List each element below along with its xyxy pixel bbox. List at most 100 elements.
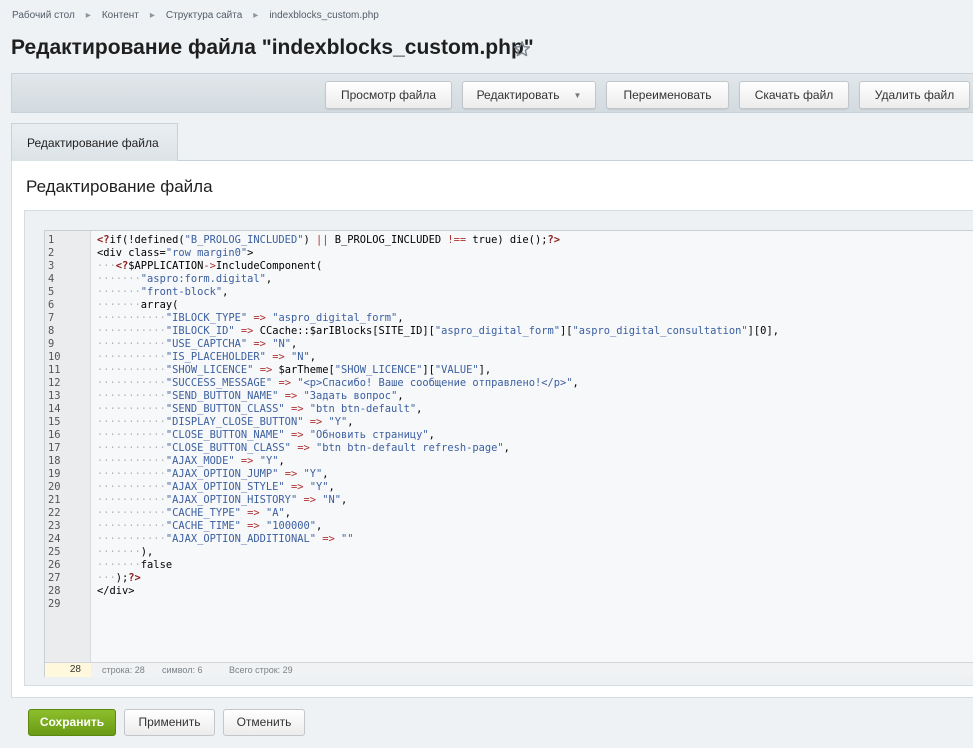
code-line-text: ···········"USE_CAPTCHA" => "N", bbox=[97, 338, 298, 350]
main-panel: Редактирование файла 1 <?if(!defined("B_P… bbox=[11, 161, 973, 698]
line-number: 1 bbox=[48, 234, 55, 246]
line-number: 4 bbox=[48, 273, 55, 285]
breadcrumb-item-structure[interactable]: Структура сайта bbox=[166, 10, 242, 21]
line-number: 14 bbox=[48, 403, 61, 415]
page-title: Редактирование файла "indexblocks_custom… bbox=[11, 36, 534, 59]
code-line-text: ···········"AJAX_OPTION_ADDITIONAL" => "… bbox=[97, 533, 354, 545]
code-line-text: ···········"AJAX_MODE" => "Y", bbox=[97, 455, 285, 467]
code-line-text: ···········"CACHE_TYPE" => "A", bbox=[97, 507, 291, 519]
editor-status-bar: 28 строка: 28 символ: 6 Всего строк: 29 bbox=[45, 662, 973, 677]
code-line-text: ···········"SEND_BUTTON_CLASS" => "btn b… bbox=[97, 403, 423, 415]
line-number: 5 bbox=[48, 286, 55, 298]
line-number: 11 bbox=[48, 364, 61, 376]
code-line: 22 ···········"CACHE_TYPE" => "A", bbox=[45, 507, 973, 520]
line-number: 19 bbox=[48, 468, 61, 480]
code-line: 29 bbox=[45, 598, 973, 611]
chevron-right-icon: ▸ bbox=[253, 10, 259, 21]
code-line-text: ···········"SUCCESS_MESSAGE" => "<p>Спас… bbox=[97, 377, 579, 389]
code-line: 21 ···········"AJAX_OPTION_HISTORY" => "N… bbox=[45, 494, 973, 507]
line-number: 27 bbox=[48, 572, 61, 584]
code-line: 8 ···········"IBLOCK_ID" => CCache::$arIB… bbox=[45, 325, 973, 338]
line-number: 28 bbox=[48, 585, 61, 597]
line-number: 10 bbox=[48, 351, 61, 363]
code-line: 14 ···········"SEND_BUTTON_CLASS" => "btn… bbox=[45, 403, 973, 416]
code-line-text: ···········"AJAX_OPTION_HISTORY" => "N", bbox=[97, 494, 348, 506]
code-line-text: </div> bbox=[97, 585, 135, 597]
code-line: 1 <?if(!defined("B_PROLOG_INCLUDED") || B… bbox=[45, 234, 973, 247]
code-line: 27 ···);?> bbox=[45, 572, 973, 585]
tab-edit-file[interactable]: Редактирование файла bbox=[11, 123, 178, 161]
line-number: 6 bbox=[48, 299, 55, 311]
code-line-text: <?if(!defined("B_PROLOG_INCLUDED") || B_… bbox=[97, 234, 560, 246]
delete-file-button[interactable]: Удалить файл bbox=[859, 81, 970, 109]
line-number: 3 bbox=[48, 260, 55, 272]
line-number: 13 bbox=[48, 390, 61, 402]
code-line: 24 ···········"AJAX_OPTION_ADDITIONAL" =>… bbox=[45, 533, 973, 546]
line-number: 16 bbox=[48, 429, 61, 441]
code-line: 11 ···········"SHOW_LICENCE" => $arTheme[… bbox=[45, 364, 973, 377]
line-number: 15 bbox=[48, 416, 61, 428]
status-symbol: символ: 6 bbox=[162, 665, 203, 675]
line-number: 29 bbox=[48, 598, 61, 610]
code-line-text: ·······"aspro:form.digital", bbox=[97, 273, 273, 285]
view-file-button[interactable]: Просмотр файла bbox=[325, 81, 452, 109]
code-line: 3 ···<?$APPLICATION->IncludeComponent( bbox=[45, 260, 973, 273]
chevron-right-icon: ▸ bbox=[85, 10, 91, 21]
save-button[interactable]: Сохранить bbox=[28, 709, 116, 736]
line-number: 25 bbox=[48, 546, 61, 558]
code-line-text: ···<?$APPLICATION->IncludeComponent( bbox=[97, 260, 323, 272]
code-line: 6 ·······array( bbox=[45, 299, 973, 312]
code-line: 5 ·······"front-block", bbox=[45, 286, 973, 299]
chevron-right-icon: ▸ bbox=[149, 10, 155, 21]
apply-button[interactable]: Применить bbox=[124, 709, 215, 736]
code-line-text: ···········"AJAX_OPTION_JUMP" => "Y", bbox=[97, 468, 329, 480]
code-line-text: ···········"CLOSE_BUTTON_CLASS" => "btn … bbox=[97, 442, 510, 454]
code-line: 7 ···········"IBLOCK_TYPE" => "aspro_digi… bbox=[45, 312, 973, 325]
code-line-text: ···········"SHOW_LICENCE" => $arTheme["S… bbox=[97, 364, 492, 376]
tab-bar: Редактирование файла bbox=[11, 123, 973, 161]
status-line: строка: 28 bbox=[102, 665, 145, 675]
code-line-text: <div class="row margin0"> bbox=[97, 247, 254, 259]
code-line: 2 <div class="row margin0"> bbox=[45, 247, 973, 260]
breadcrumb-item-desktop[interactable]: Рабочий стол bbox=[12, 10, 75, 21]
code-line-text: ···········"CLOSE_BUTTON_NAME" => "Обнов… bbox=[97, 429, 435, 441]
code-line: 25 ·······), bbox=[45, 546, 973, 559]
line-number: 8 bbox=[48, 325, 55, 337]
line-number: 26 bbox=[48, 559, 61, 571]
breadcrumb-item-content[interactable]: Контент bbox=[102, 10, 139, 21]
breadcrumb-item-current: indexblocks_custom.php bbox=[269, 10, 379, 21]
line-number: 17 bbox=[48, 442, 61, 454]
code-line: 15 ···········"DISPLAY_CLOSE_BUTTON" => "… bbox=[45, 416, 973, 429]
code-line: 19 ···········"AJAX_OPTION_JUMP" => "Y", bbox=[45, 468, 973, 481]
edit-dropdown-button[interactable]: Редактировать ▼ bbox=[462, 81, 596, 109]
code-line-text: ·······array( bbox=[97, 299, 179, 311]
chevron-down-icon: ▼ bbox=[573, 90, 582, 100]
line-number: 12 bbox=[48, 377, 61, 389]
code-line-text: ···);?> bbox=[97, 572, 141, 584]
code-editor[interactable]: 1 <?if(!defined("B_PROLOG_INCLUDED") || B… bbox=[44, 230, 973, 677]
rename-button[interactable]: Переименовать bbox=[606, 81, 729, 109]
download-file-button[interactable]: Скачать файл bbox=[739, 81, 849, 109]
code-line: 4 ·······"aspro:form.digital", bbox=[45, 273, 973, 286]
cancel-button[interactable]: Отменить bbox=[223, 709, 305, 736]
line-number: 18 bbox=[48, 455, 61, 467]
code-line-text: ···········"CACHE_TIME" => "100000", bbox=[97, 520, 323, 532]
code-line: 23 ···········"CACHE_TIME" => "100000", bbox=[45, 520, 973, 533]
star-icon[interactable] bbox=[513, 40, 531, 58]
code-line-text: ···········"IBLOCK_TYPE" => "aspro_digit… bbox=[97, 312, 404, 324]
status-total-lines: Всего строк: 29 bbox=[229, 665, 293, 675]
code-line: 28 </div> bbox=[45, 585, 973, 598]
code-line: 13 ···········"SEND_BUTTON_NAME" => "Зада… bbox=[45, 390, 973, 403]
code-line: 17 ···········"CLOSE_BUTTON_CLASS" => "bt… bbox=[45, 442, 973, 455]
code-line: 9 ···········"USE_CAPTCHA" => "N", bbox=[45, 338, 973, 351]
breadcrumb: Рабочий стол ▸ Контент ▸ Структура сайта ▸ ind… bbox=[12, 10, 379, 21]
line-number: 21 bbox=[48, 494, 61, 506]
code-line-text: ···········"DISPLAY_CLOSE_BUTTON" => "Y"… bbox=[97, 416, 354, 428]
line-number: 7 bbox=[48, 312, 55, 324]
code-line-text: ···········"SEND_BUTTON_NAME" => "Задать… bbox=[97, 390, 404, 402]
edit-button-label: Редактировать bbox=[476, 88, 560, 102]
section-title: Редактирование файла bbox=[26, 177, 213, 196]
code-line-text: ·······), bbox=[97, 546, 154, 558]
line-number: 9 bbox=[48, 338, 55, 350]
code-line: 26 ·······false bbox=[45, 559, 973, 572]
